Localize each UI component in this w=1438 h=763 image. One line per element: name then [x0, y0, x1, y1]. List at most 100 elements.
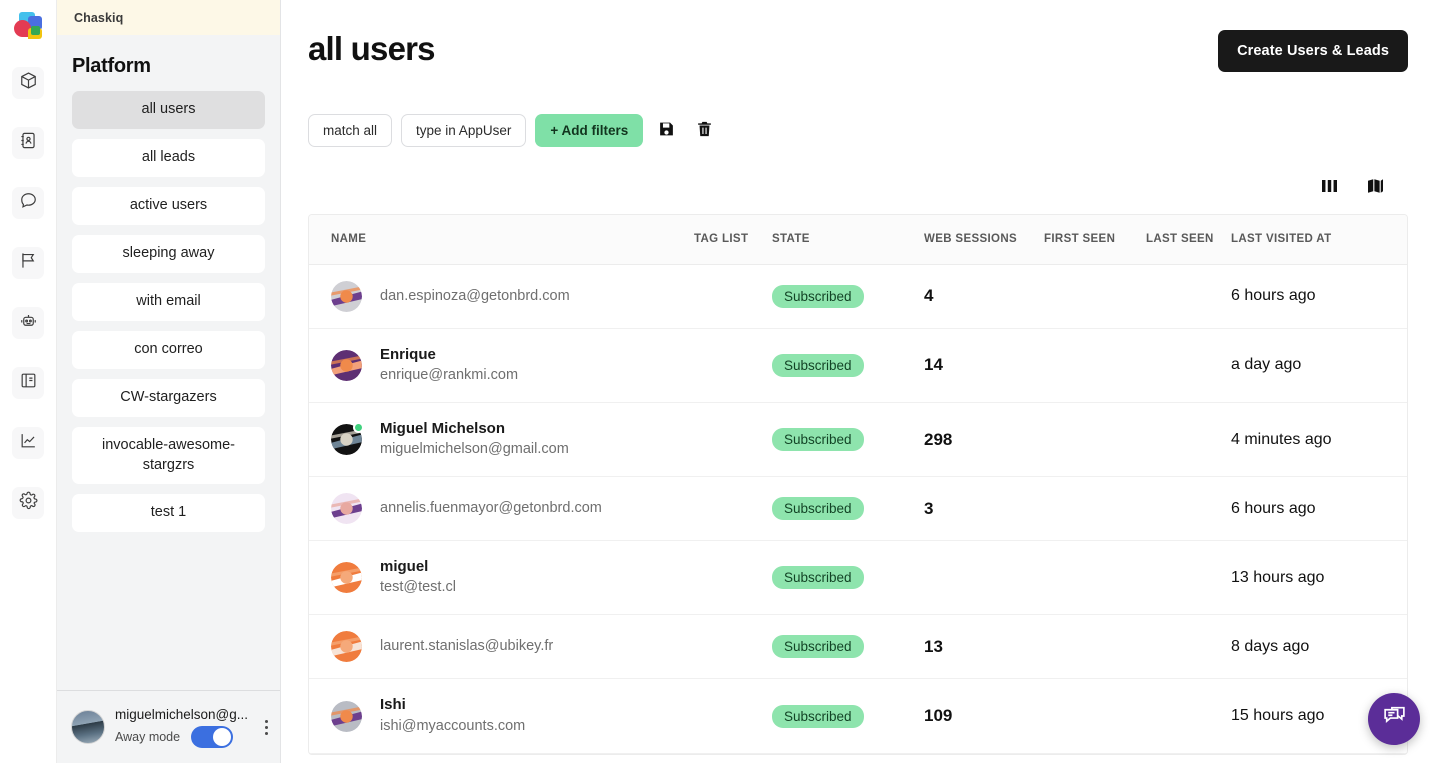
user-text: miguel test@test.cl: [380, 557, 456, 598]
rail-item-settings[interactable]: [12, 487, 44, 519]
chat-bubble-icon: [19, 191, 38, 215]
sidebar-item-con-correo[interactable]: con correo: [72, 331, 265, 369]
rail-item-campaigns[interactable]: [12, 247, 44, 279]
avatar-image: [331, 280, 362, 312]
sidebar-item-cw-stargazers[interactable]: CW-stargazers: [72, 379, 265, 417]
cell-first-seen: [1044, 328, 1146, 402]
cell-tag-list: [694, 264, 772, 328]
last-visited-value: 6 hours ago: [1231, 499, 1316, 517]
avatar[interactable]: [331, 562, 362, 594]
rail-item-platform[interactable]: [12, 67, 44, 99]
avatar[interactable]: [331, 422, 364, 456]
status-badge: Subscribed: [772, 428, 864, 452]
table-row[interactable]: Miguel Michelson miguelmichelson@gmail.co…: [309, 402, 1407, 477]
cell-tag-list: [694, 615, 772, 679]
table-header: NAME TAG LIST STATE WEB SESSIONS FIRST S…: [309, 215, 1407, 265]
sidebar-item-sleeping-away[interactable]: sleeping away: [72, 235, 265, 273]
sidebar-item-all-leads[interactable]: all leads: [72, 139, 265, 177]
table-row[interactable]: dan.espinoza@getonbrd.com Subscribed 4 6 ho…: [309, 264, 1407, 329]
avatar[interactable]: [331, 280, 362, 312]
robot-icon: [19, 311, 38, 335]
sidebar-item-label: invocable-awesome-stargzrs: [102, 437, 235, 473]
cell-name: annelis.fuenmayor@getonbrd.com: [309, 477, 694, 541]
rail-item-articles[interactable]: [12, 367, 44, 399]
type-filter-chip[interactable]: type in AppUser: [401, 114, 527, 147]
create-users-leads-button[interactable]: Create Users & Leads: [1218, 30, 1408, 72]
table-row[interactable]: laurent.stanislas@ubikey.fr Subscribed 13 8…: [309, 615, 1407, 679]
trash-icon: [696, 120, 713, 141]
rail-item-conversations[interactable]: [12, 187, 44, 219]
cell-tag-list: [694, 541, 772, 615]
user-identity: annelis.fuenmayor@getonbrd.com: [331, 493, 686, 525]
column-header-last-visited-at[interactable]: LAST VISITED AT: [1231, 215, 1407, 265]
app-root: Chaskiq Platform all users all leads activ…: [0, 0, 1438, 763]
rail-item-bots[interactable]: [12, 307, 44, 339]
cell-last-seen: [1146, 264, 1231, 328]
sidebar-item-label: con correo: [134, 341, 203, 358]
column-header-web-sessions[interactable]: WEB SESSIONS: [924, 215, 1044, 265]
user-email: test@test.cl: [380, 579, 456, 596]
avatar[interactable]: [71, 710, 105, 744]
user-email: miguelmichelson@gmail.com: [380, 441, 569, 458]
cell-name: dan.espinoza@getonbrd.com: [309, 264, 694, 328]
user-email: ishi@myaccounts.com: [380, 717, 526, 734]
online-status-dot: [353, 422, 364, 434]
column-header-first-seen[interactable]: FIRST SEEN: [1044, 215, 1146, 265]
columns-view-icon-button[interactable]: [1314, 173, 1345, 202]
sidebar-section-title: Platform: [72, 55, 151, 77]
vertical-dots-icon[interactable]: [262, 717, 271, 738]
table-row[interactable]: Ishi ishi@myaccounts.com Subscribed 109 15 h…: [309, 679, 1407, 754]
user-text: Enrique enrique@rankmi.com: [380, 345, 518, 386]
sidebar-item-label: test 1: [150, 504, 187, 521]
cell-web-sessions: 13: [924, 615, 1044, 679]
cell-web-sessions: 298: [924, 402, 1044, 476]
avatar-image: [331, 493, 362, 525]
cell-last-visited-at: 13 hours ago: [1231, 541, 1407, 615]
match-all-filter-chip[interactable]: match all: [308, 114, 393, 147]
user-name: Enrique: [380, 345, 436, 363]
platform-sidebar: Chaskiq Platform all users all leads activ…: [57, 0, 281, 763]
cell-last-visited-at: 8 days ago: [1231, 615, 1407, 679]
gear-icon: [19, 491, 38, 515]
save-segment-button[interactable]: [652, 116, 681, 145]
web-sessions-value: 13: [924, 636, 943, 656]
cell-last-seen: [1146, 328, 1231, 402]
avatar[interactable]: [331, 700, 362, 732]
avatar[interactable]: [331, 349, 362, 381]
web-sessions-value: 4: [924, 286, 934, 306]
add-filters-button[interactable]: + Add filters: [535, 114, 644, 147]
sidebar-item-invocable-awesome-stargzrs[interactable]: invocable-awesome-stargzrs: [72, 427, 265, 485]
away-mode-toggle[interactable]: [191, 725, 234, 748]
cell-web-sessions: 3: [924, 477, 1044, 541]
sidebar-item-label: all leads: [141, 149, 196, 166]
user-identity: laurent.stanislas@ubikey.fr: [331, 631, 686, 663]
rail-item-reports[interactable]: [12, 427, 44, 459]
delete-segment-button[interactable]: [690, 116, 719, 145]
avatar[interactable]: [331, 631, 362, 663]
sidebar-item-with-email[interactable]: with email: [72, 283, 265, 321]
rail-item-contacts[interactable]: [12, 127, 44, 159]
chat-widget-button[interactable]: [1368, 693, 1420, 745]
cell-state: Subscribed: [772, 477, 924, 541]
sidebar-item-active-users[interactable]: active users: [72, 187, 265, 225]
sidebar-user-box: miguelmichelson@g... Away mode: [57, 690, 280, 763]
column-header-name[interactable]: NAME: [309, 215, 694, 265]
table-row[interactable]: Enrique enrique@rankmi.com Subscribed 14 a d…: [309, 328, 1407, 403]
column-header-last-seen[interactable]: LAST SEEN: [1146, 215, 1231, 265]
chaskiq-bubbles-logo-icon[interactable]: [11, 11, 45, 45]
sidebar-item-all-users[interactable]: all users: [72, 91, 265, 129]
sidebar-item-test-1[interactable]: test 1: [72, 494, 265, 533]
cell-state: Subscribed: [772, 615, 924, 679]
column-header-state[interactable]: STATE: [772, 215, 924, 265]
user-identity: Ishi ishi@myaccounts.com: [331, 695, 686, 736]
last-visited-value: 8 days ago: [1231, 637, 1310, 655]
table-row[interactable]: annelis.fuenmayor@getonbrd.com Subscribed…: [309, 477, 1407, 541]
column-header-tag-list[interactable]: TAG LIST: [694, 215, 772, 265]
user-text: annelis.fuenmayor@getonbrd.com: [380, 498, 602, 519]
map-view-icon-button[interactable]: [1360, 173, 1391, 202]
table-row[interactable]: miguel test@test.cl Subscribed 13 hours ago: [309, 541, 1407, 615]
cell-first-seen: [1044, 477, 1146, 541]
avatar[interactable]: [331, 493, 362, 525]
cell-state: Subscribed: [772, 541, 924, 615]
web-sessions-value: 14: [924, 355, 943, 375]
